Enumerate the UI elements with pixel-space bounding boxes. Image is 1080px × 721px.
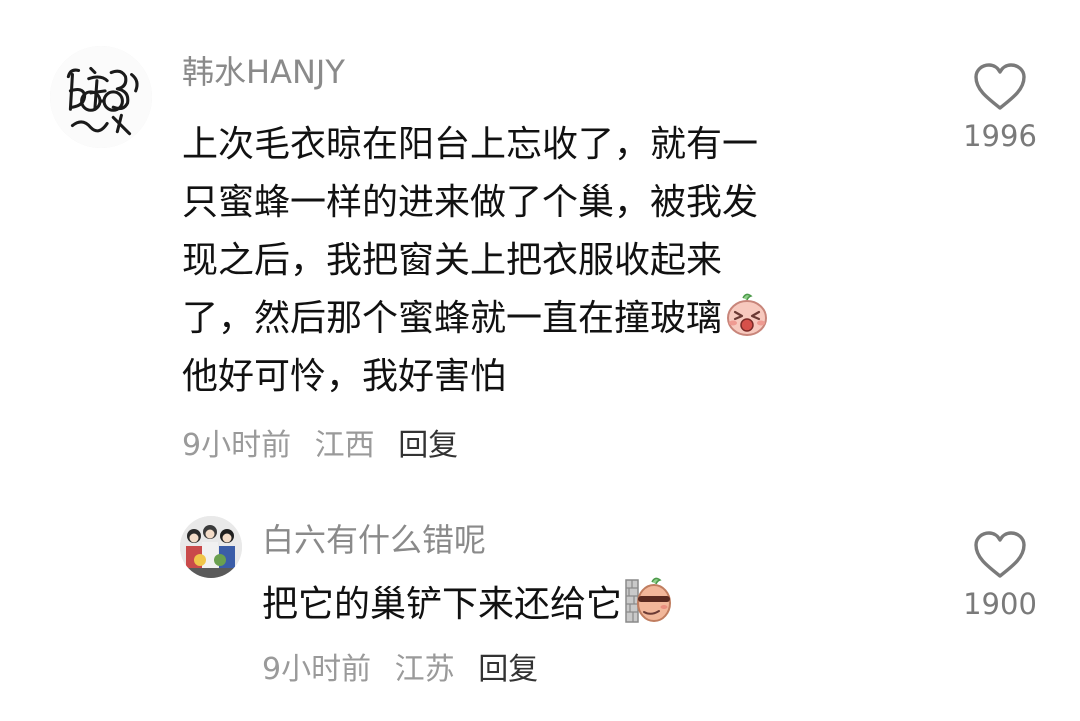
- reply-text-line: 把它的巢铲下来还给它: [262, 576, 672, 634]
- crying-face-emoji-icon: [724, 292, 770, 338]
- username[interactable]: 韩水HANJY: [182, 52, 345, 92]
- group-photo-avatar-icon: [180, 516, 242, 578]
- comment-location: 江西: [314, 428, 375, 463]
- comment-time: 9小时前: [182, 428, 292, 463]
- comment-text-line-content: 了，然后那个蜜蜂就一直在撞玻璃: [182, 298, 723, 339]
- reply-location: 江苏: [394, 652, 455, 687]
- username[interactable]: 白六有什么错呢: [262, 520, 486, 560]
- reply-button[interactable]: 回复: [398, 428, 458, 463]
- avatar[interactable]: [180, 516, 242, 578]
- reply-time: 9小时前: [262, 652, 372, 687]
- sketch-avatar-icon: [50, 46, 152, 148]
- comment-meta: 9小时前 江西 回复: [182, 428, 458, 464]
- comment-text-line: 只蜜蜂一样的进来做了个巢，被我发: [182, 182, 759, 223]
- like-button[interactable]: 1996: [950, 62, 1050, 154]
- comment-text-line: 他好可怜，我好害怕: [182, 356, 507, 397]
- heart-outline-icon: [974, 531, 1026, 578]
- like-count: 1900: [963, 587, 1037, 621]
- comment-text-line: 现之后，我把窗关上把衣服收起来: [182, 240, 723, 281]
- reply-button[interactable]: 回复: [478, 652, 538, 687]
- peeking-smirk-emoji-icon: [624, 576, 672, 624]
- like-count: 1996: [963, 119, 1037, 153]
- comment-text: 上次毛衣晾在阳台上忘收了，就有一 只蜜蜂一样的进来做了个巢，被我发 现之后，我把…: [182, 116, 770, 406]
- heart-outline-icon: [974, 63, 1026, 110]
- comment-text-line: 了，然后那个蜜蜂就一直在撞玻璃: [182, 290, 770, 348]
- reply-text-content: 把它的巢铲下来还给它: [262, 584, 623, 625]
- comment-text-line: 上次毛衣晾在阳台上忘收了，就有一: [182, 124, 759, 165]
- avatar[interactable]: [50, 46, 152, 148]
- like-button[interactable]: 1900: [950, 530, 1050, 622]
- reply-meta: 9小时前 江苏 回复: [262, 652, 538, 688]
- reply-text: 把它的巢铲下来还给它: [262, 576, 672, 634]
